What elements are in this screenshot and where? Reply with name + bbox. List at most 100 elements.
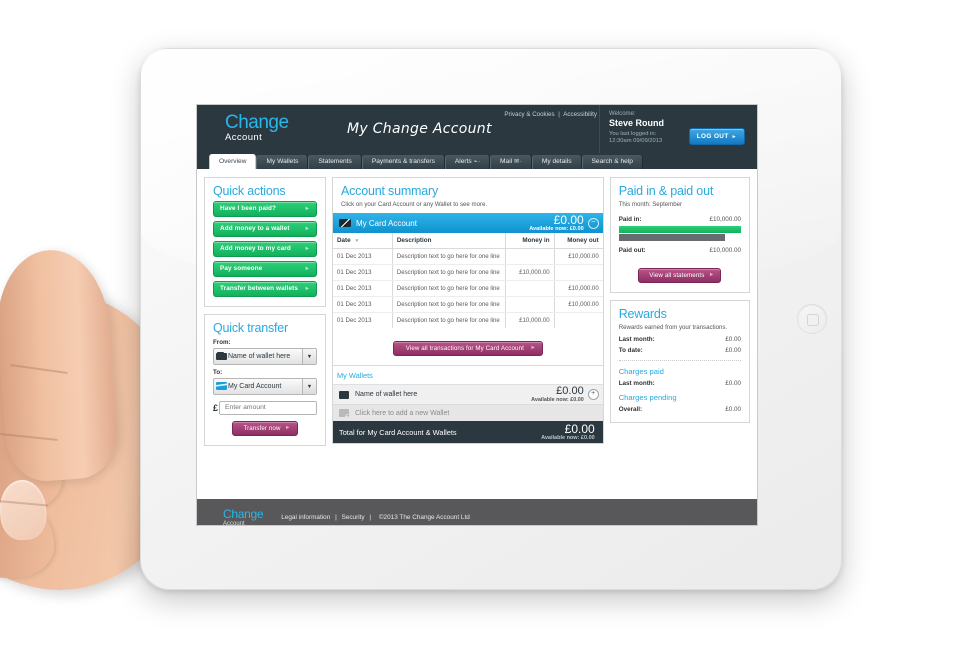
button-label: Have I been paid? [220,205,277,213]
to-label: To: [213,369,223,377]
welcome-label: Welcome: [609,111,636,117]
amount-input[interactable] [219,401,317,416]
tab-search-help[interactable]: Search & help [581,155,643,169]
thumb [0,246,120,484]
tab-overview[interactable]: Overview [209,154,257,169]
copyright-text: ©2013 The Change Account Ltd [378,513,470,521]
main-navigation: Overview My Wallets Statements Payments … [197,153,757,169]
tab-statements[interactable]: Statements [308,155,362,169]
transfer-now-button[interactable]: Transfer now ► [232,421,298,437]
cell-date: 01 Dec 2013 [337,317,372,325]
table-row[interactable]: 01 Dec 2013 Description text to go here … [333,280,603,298]
card-account-available: Available now: £0.00 [529,225,584,232]
add-new-wallet-row[interactable]: Click here to add a new Wallet [333,404,603,422]
column-header-money-out[interactable]: Money out [553,233,603,250]
legal-information-link[interactable]: Legal information [281,514,330,521]
add-money-to-wallet-button[interactable]: Add money to a wallet ► [213,221,317,238]
rewards-panel: Rewards Rewards earned from your transac… [609,300,750,424]
from-account-select[interactable]: Name of wallet here ▼ [213,348,317,366]
user-name: Steve Round [609,118,665,128]
tab-mail[interactable]: Mail ✉- [490,155,532,169]
skin-crease [10,363,68,374]
cell-money-out [553,264,603,282]
page-content: Quick actions Have I been paid? ► Add mon… [197,169,757,499]
tab-payments-transfers[interactable]: Payments & transfers [361,155,445,169]
tab-my-details[interactable]: My details [531,155,582,169]
wallet-row[interactable]: Name of wallet here £0.00 Available now:… [333,384,603,405]
cell-description: Description text to go here for one line [391,280,506,298]
finger-middle [0,362,70,442]
cell-money-out: £10,000.00 [553,296,603,314]
cell-date: 01 Dec 2013 [333,248,393,266]
pay-someone-button[interactable]: Pay someone ► [213,261,317,278]
charges-pending-label: Overall: [618,406,643,414]
arrow-right-icon: ► [530,345,536,352]
amount-row: £ [213,401,317,416]
rewards-to-date-label: To date: [618,347,643,355]
link-separator: | [558,111,560,118]
tab-label: Search & help [591,158,633,165]
skin-crease [0,432,58,441]
finger-ring [0,430,62,512]
total-available: Available now: £0.00 [541,434,595,441]
cell-description: Description text to go here for one line [391,248,506,266]
home-button[interactable] [797,304,827,334]
button-label: Transfer now [243,425,281,433]
cell-description: Description text to go here for one line [391,296,506,314]
table-row[interactable]: 01 Dec 2013 Description text to go here … [333,296,603,314]
quick-actions-title: Quick actions [213,184,286,198]
accessibility-link[interactable]: Accessibility [563,111,597,118]
column-header-money-in[interactable]: Money in [505,233,555,250]
rewards-to-date-value: £0.00 [725,347,741,355]
card-icon [214,381,228,392]
table-row[interactable]: 01 Dec 2013 Description text to go here … [333,312,603,329]
privacy-cookies-link[interactable]: Privacy & Cookies [504,111,554,118]
cell-money-in [505,296,555,314]
table-row[interactable]: 01 Dec 2013 Description text to go here … [333,264,603,282]
card-account-row[interactable]: My Card Account £0.00 Available now: £0.… [333,213,603,234]
tab-label: Statements [318,158,352,165]
paid-in-row: Paid in: £10,000.00 [619,216,741,223]
chevron-down-icon: - [520,159,522,165]
sort-caret-icon: ▾ [355,238,359,245]
column-header-description[interactable]: Description [391,233,506,250]
add-wallet-label: Click here to add a new Wallet [355,409,450,417]
view-all-transactions-button[interactable]: View all transactions for My Card Accoun… [392,341,543,357]
quick-actions-panel: Quick actions Have I been paid? ► Add mon… [204,177,326,308]
tab-alerts[interactable]: Alerts ⌁- [444,155,491,169]
cell-money-out [553,312,603,329]
card-account-amounts: £0.00 Available now: £0.00 [529,214,584,233]
cell-date: 01 Dec 2013 [333,264,393,282]
collapse-icon[interactable]: − [587,217,599,229]
security-link[interactable]: Security [342,514,365,521]
center-column: Account summary Click on your Card Accou… [332,177,604,499]
card-account-name: My Card Account [356,218,417,228]
right-column: Paid in & paid out This month: September… [609,177,750,499]
transactions-table: Date ▾ Description Money in Money out 01 … [333,233,603,329]
to-account-value: My Card Account [228,383,282,391]
tab-my-wallets[interactable]: My Wallets [256,155,309,169]
button-label: Add money to my card [220,245,291,253]
view-all-statements-button[interactable]: View all statements ► [638,268,722,284]
brand-logo[interactable]: Change Account [225,113,289,143]
wallet-name: Name of wallet here [355,391,418,399]
footer-logo[interactable]: Change Account [223,508,264,526]
account-summary-subtitle: Click on your Card Account or any Wallet… [341,201,488,209]
expand-icon[interactable]: + [587,389,599,401]
tab-label: My Wallets [266,158,299,165]
chevron-down-icon: ▼ [302,349,316,365]
table-row[interactable]: 01 Dec 2013 Description text to go here … [333,248,603,266]
cell-money-out: £10,000.00 [553,280,603,298]
column-header-date[interactable]: Date ▾ [333,233,393,250]
have-i-been-paid-button[interactable]: Have I been paid? ► [213,201,317,218]
arrow-right-icon: ► [304,206,310,213]
quick-transfer-panel: Quick transfer From: Name of wallet here… [204,314,326,447]
transfer-between-wallets-button[interactable]: Transfer between wallets ► [213,281,317,298]
arrow-right-icon: ► [304,226,310,233]
charges-paid-value: £0.00 [725,380,741,388]
to-account-select[interactable]: My Card Account ▼ [213,378,317,396]
logo-word-change: Change [225,112,289,133]
rewards-last-month-label: Last month: [618,336,655,344]
add-money-to-card-button[interactable]: Add money to my card ► [213,241,317,258]
logout-button[interactable]: LOG OUT ► [688,128,745,145]
